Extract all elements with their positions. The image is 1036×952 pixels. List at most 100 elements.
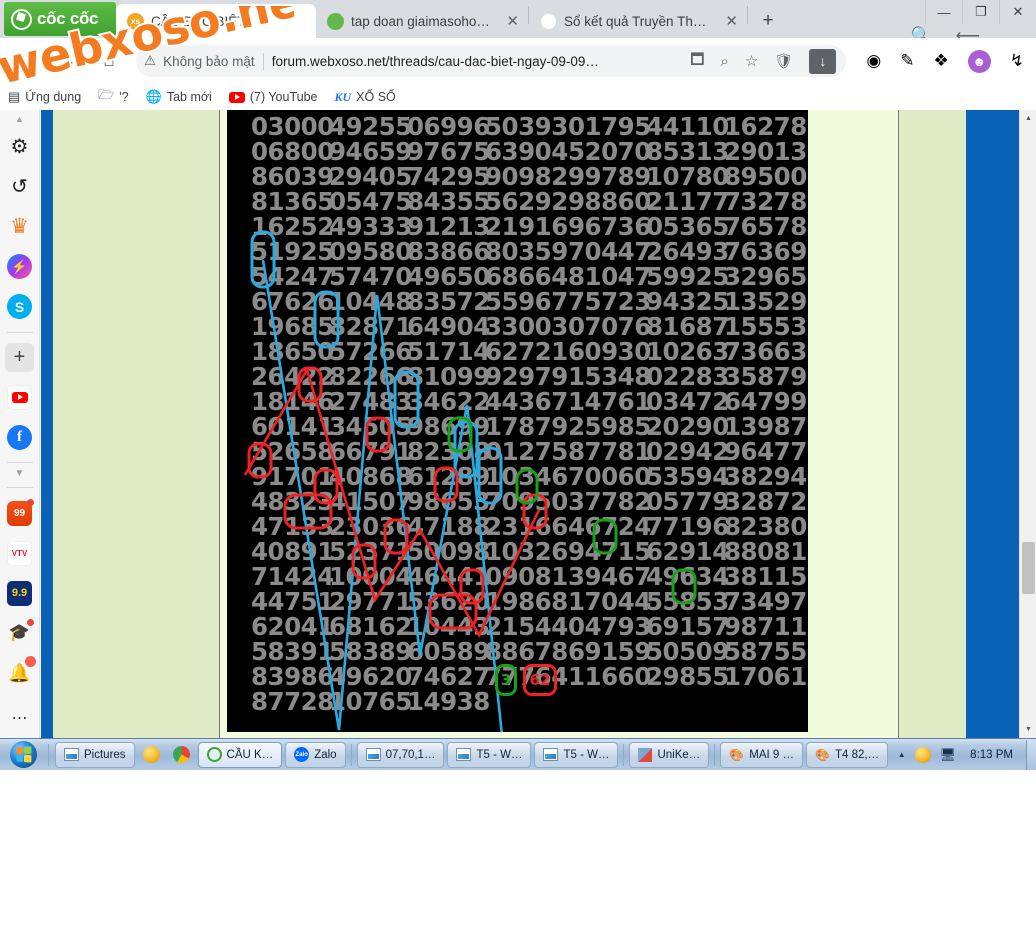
puzzle-extension-icon[interactable]: ❖ — [934, 51, 949, 71]
taskbar-item-cau-k[interactable]: CẦU K… — [197, 741, 283, 768]
taskbar-item-unikey[interactable]: UniKe… — [629, 741, 710, 768]
lottery-number: 96736 — [568, 212, 651, 241]
ku-icon: KU — [334, 89, 352, 104]
tab-tap-doan-giaimasohoc[interactable]: tap doan giaimasohoc - Ti ✕ — [316, 4, 528, 38]
sidebar-item-messenger[interactable]: ⚡ — [5, 252, 35, 282]
taskbar-label: Zalo — [314, 748, 337, 761]
bookmark-youtube[interactable]: (7) YouTube — [228, 90, 317, 104]
coccoc-sidebar: ▲ ⚙ ↺ ♛ ⚡ S + f ▼ 99 VTV 9.9 🎓 🔔 ⋯ — [0, 110, 40, 738]
home-icon[interactable]: ⌂ — [92, 44, 126, 78]
taskbar-clock[interactable]: 8:13 PM — [965, 749, 1018, 761]
sidebar-item-more[interactable]: ⋯ — [5, 703, 35, 733]
tab-cau-dac-biet[interactable]: xs CẦU ĐẶC BIỆT ✕ — [116, 4, 316, 38]
chevron-up-icon[interactable]: ▲ — [15, 114, 24, 124]
bookmark-folder[interactable]: 🗁 '? — [98, 86, 128, 108]
lottery-number: 70950 — [485, 487, 568, 516]
sidebar-item-facebook[interactable]: f — [5, 422, 35, 452]
bookmark-star-icon[interactable]: ☆ — [745, 52, 758, 70]
lottery-number: 03000 — [251, 112, 334, 141]
lottery-number: 83986 — [251, 662, 334, 691]
lottery-number: 17044 — [568, 587, 651, 616]
url-text[interactable]: forum.webxoso.net/threads/cau-dac-biet-n… — [272, 54, 683, 69]
lottery-number: 81687 — [646, 312, 729, 341]
sidebar-item-premium[interactable]: ♛ — [5, 212, 35, 242]
tab-title: tap doan giaimasohoc - Ti — [351, 13, 495, 29]
new-tab-button[interactable]: + — [754, 7, 782, 35]
taskbar-item-zalo[interactable]: Zalo Zalo — [285, 741, 346, 768]
sidebar-item-tiki[interactable]: 9.9 — [5, 578, 35, 608]
minimize-button[interactable]: — — [925, 0, 962, 24]
taskbar-item-mai9[interactable]: 🎨 MAI 9 … — [720, 741, 804, 768]
maximize-button[interactable]: ❐ — [962, 0, 999, 24]
lottery-number: 89500 — [724, 162, 807, 191]
tray-coccoc-icon[interactable] — [914, 746, 931, 763]
page-right-blue-strip — [966, 110, 1019, 738]
network-icon[interactable]: 🖥 — [940, 747, 957, 763]
lottery-number: 50098 — [407, 537, 490, 566]
download-tray-icon[interactable]: ↯ — [1010, 51, 1024, 71]
back-icon[interactable]: ← — [8, 44, 42, 78]
lottery-row: 91701408686128910346700605359438294 — [227, 464, 808, 489]
lottery-number: 17879 — [485, 412, 568, 441]
sidebar-item-settings[interactable]: ⚙ — [5, 132, 35, 162]
avatar[interactable]: ☻ — [967, 49, 991, 73]
lottery-number: 88081 — [724, 537, 807, 566]
close-icon[interactable]: ✕ — [503, 14, 522, 29]
show-desktop-button[interactable] — [1026, 739, 1036, 770]
lottery-number: 80359 — [485, 237, 568, 266]
tray-overflow-icon[interactable]: ▲ — [898, 750, 906, 759]
bookmark-tab-moi[interactable]: 🌐 Tab mới — [146, 89, 212, 105]
scroll-down-icon[interactable]: ▼ — [1020, 721, 1036, 738]
lottery-number: 57266 — [329, 337, 412, 366]
forward-icon[interactable]: → — [50, 44, 84, 78]
scrollbar-thumb[interactable] — [1022, 542, 1035, 594]
taskbar-label: T5 - W… — [476, 748, 523, 761]
address-bar[interactable]: ⚠ Không bảo mật forum.webxoso.net/thread… — [136, 45, 847, 77]
lottery-number: 05475 — [329, 187, 412, 216]
windows-logo-icon — [9, 741, 37, 768]
bookmark-ung-dung[interactable]: ▤ Ứng dụng — [8, 89, 81, 105]
lottery-number: 49650 — [407, 262, 490, 291]
close-icon[interactable]: ✕ — [255, 14, 274, 29]
pencil-icon[interactable]: ✎ — [900, 51, 914, 71]
close-icon[interactable]: ✕ — [722, 14, 741, 29]
lottery-number: 76578 — [724, 212, 807, 241]
sidebar-item-history[interactable]: ↺ — [5, 172, 35, 202]
page-scrollbar[interactable]: ▲ ▼ — [1019, 110, 1036, 738]
taskbar-item-t5-a[interactable]: T5 - W… — [447, 741, 532, 768]
lottery-number: 02283 — [646, 362, 729, 391]
lottery-number: 48323 — [251, 487, 334, 516]
coccoc-brand-button[interactable]: cốc cốc — [4, 2, 116, 36]
sidebar-item-skype[interactable]: S — [5, 292, 35, 322]
sidebar-item-youtube[interactable] — [5, 383, 35, 413]
not-secure-indicator[interactable]: ⚠ Không bảo mật — [144, 53, 255, 69]
lottery-number: 38115 — [724, 562, 807, 591]
sidebar-item-vtv[interactable]: VTV — [5, 538, 35, 568]
taskbar-item-07701[interactable]: 07,70,1… — [356, 741, 445, 768]
download-button[interactable]: ↓ — [809, 48, 837, 74]
shield-icon[interactable]: 🛡 — [774, 52, 793, 70]
scroll-up-icon[interactable]: ▲ — [1020, 110, 1036, 127]
close-window-button[interactable]: ✕ — [999, 0, 1036, 24]
lottery-number: 64799 — [724, 387, 807, 416]
sidebar-item-education[interactable]: 🎓 — [5, 618, 35, 648]
coccoc-menu-icon[interactable]: ◉ — [866, 51, 881, 71]
popup-blocked-icon[interactable]: 🗖 — [690, 49, 704, 74]
start-button[interactable] — [0, 740, 46, 770]
tab-so-ket-qua[interactable]: ✖ Sổ kết quả Truyền Thống ✕ — [529, 4, 747, 38]
lottery-row: 48323415079865370950377820577932872 — [227, 489, 808, 514]
chevron-down-icon[interactable]: ▼ — [15, 468, 25, 479]
taskbar-item-chrome[interactable] — [168, 742, 195, 768]
lottery-number: 77196 — [646, 512, 729, 541]
taskbar-item-t5-b[interactable]: T5 - W… — [534, 741, 619, 768]
sidebar-item-add[interactable]: + — [5, 343, 35, 373]
bookmark-xo-so[interactable]: KU XỔ SỐ — [334, 90, 395, 105]
taskbar-item-t482[interactable]: 🎨 T4 82,… — [806, 741, 889, 768]
crown-icon: ♛ — [10, 215, 29, 239]
zoom-icon[interactable]: ⌕ — [721, 53, 729, 70]
sidebar-item-shopee[interactable]: 99 — [5, 498, 35, 528]
taskbar-item-coccoc-quick[interactable] — [138, 742, 165, 768]
taskbar-item-pictures[interactable]: Pictures — [55, 741, 135, 768]
sidebar-item-notifications[interactable]: 🔔 — [5, 656, 36, 688]
lottery-row: 26422822668109992979153480228335879 — [227, 364, 808, 389]
